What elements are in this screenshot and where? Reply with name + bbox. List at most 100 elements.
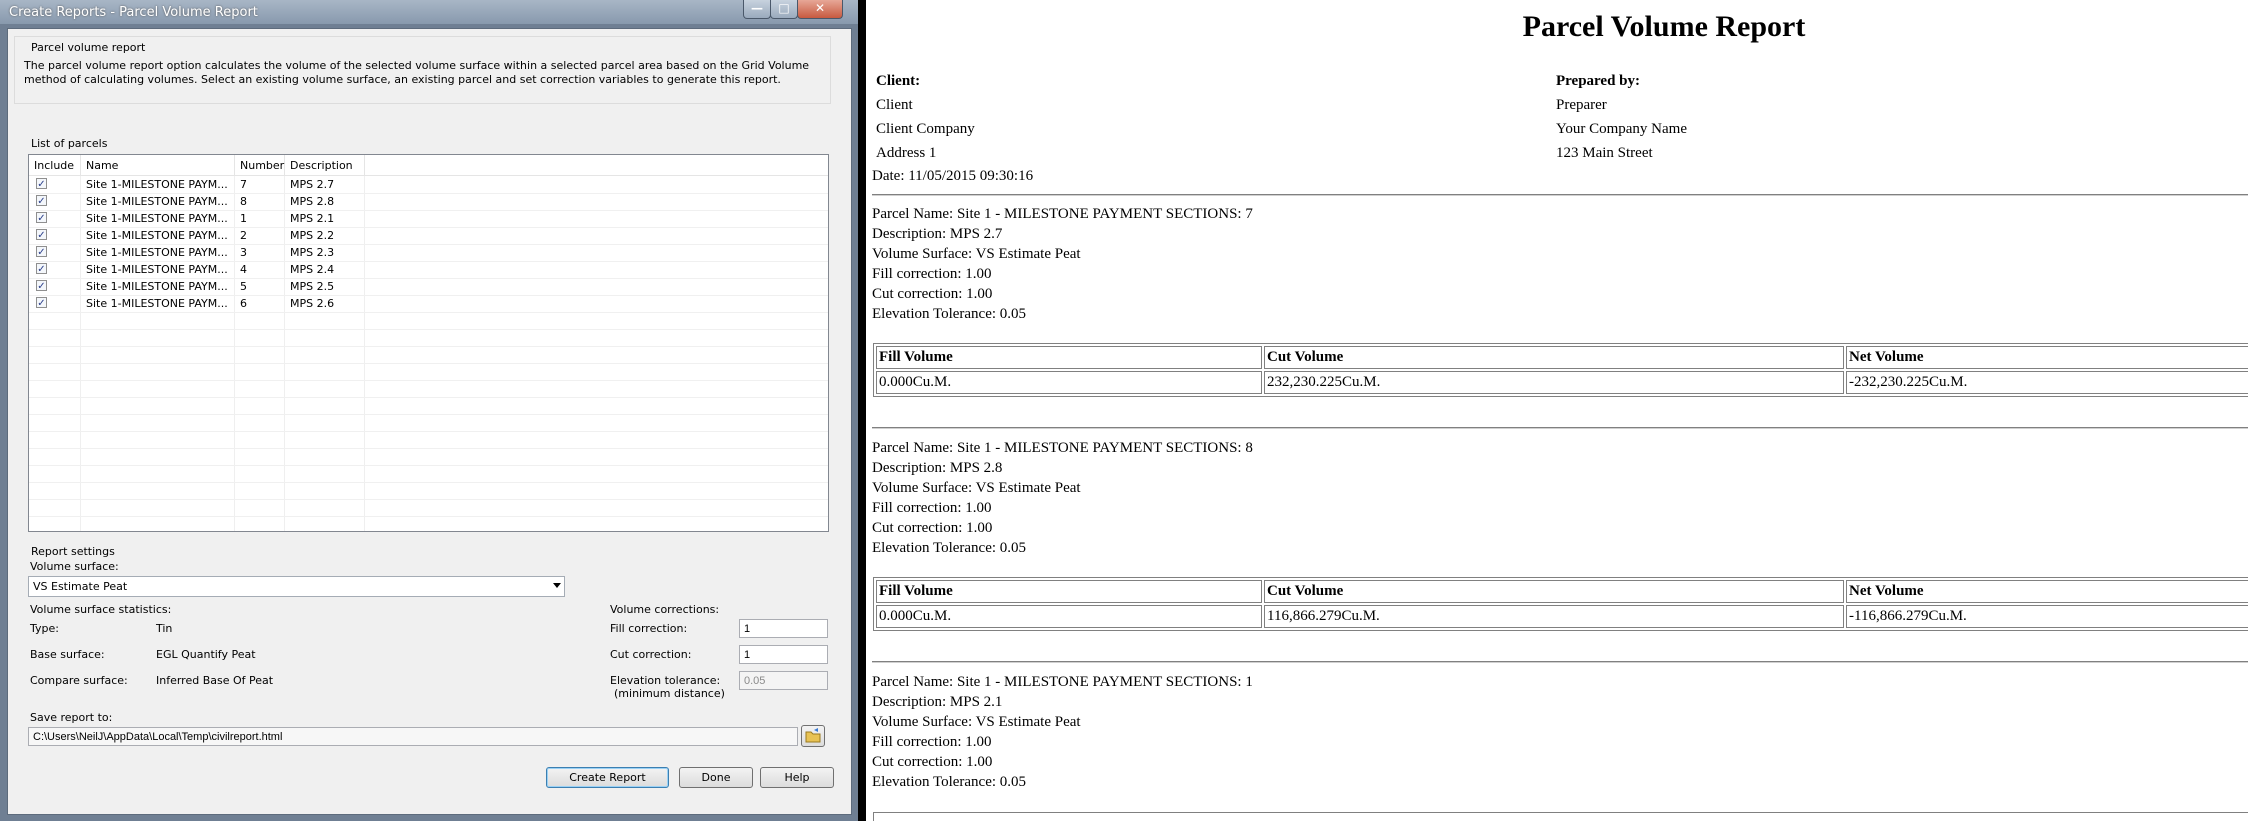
col-header-number[interactable]: Number — [235, 155, 285, 176]
type-value: Tin — [156, 622, 173, 635]
include-checkbox[interactable]: ✓ — [36, 280, 47, 292]
include-checkbox[interactable]: ✓ — [36, 212, 47, 224]
cut-correction-input[interactable] — [739, 645, 828, 664]
divider — [872, 661, 2248, 663]
parcel-fill-correction: Fill correction: 1.00 — [872, 266, 992, 282]
elevation-tolerance-input — [739, 671, 828, 690]
cut-volume-value: 116,866.279Cu.M. — [1264, 605, 1844, 628]
save-report-label: Save report to: — [30, 711, 113, 724]
table-row[interactable]: ✓ Site 1-MILESTONE PAYM... 3 MPS 2.3 — [29, 244, 828, 262]
prepared-line: Preparer — [1556, 97, 1607, 113]
table-row[interactable]: ✓ Site 1-MILESTONE PAYM... 1 MPS 2.1 — [29, 210, 828, 228]
volume-table: Fill Volume Cut Volume Net Volume 0.000C… — [873, 343, 2248, 397]
base-surface-value: EGL Quantify Peat — [156, 648, 256, 661]
cut-volume-value: 232,230.225Cu.M. — [1264, 371, 1844, 394]
dialog-titlebar[interactable]: Create Reports - Parcel Volume Report — … — [0, 0, 858, 24]
table-row — [29, 482, 828, 500]
parcel-cut-correction: Cut correction: 1.00 — [872, 754, 993, 770]
elevation-tolerance-sublabel: (minimum distance) — [614, 687, 725, 700]
parcel-name-cell: Site 1-MILESTONE PAYM... — [86, 229, 228, 242]
parcel-fill-correction: Fill correction: 1.00 — [872, 500, 992, 516]
report-title: Parcel Volume Report — [1522, 10, 1806, 43]
settings-group-label: Report settings — [29, 545, 117, 558]
header-cut-volume: Cut Volume — [1264, 580, 1844, 603]
report-date: Date: 11/05/2015 09:30:16 — [872, 168, 1034, 184]
compare-surface-value: Inferred Base Of Peat — [156, 674, 274, 687]
parcels-group-label: List of parcels — [29, 137, 110, 150]
parcel-elevation-tolerance: Elevation Tolerance: 0.05 — [872, 540, 1027, 556]
include-checkbox[interactable]: ✓ — [36, 229, 47, 241]
include-checkbox[interactable]: ✓ — [36, 297, 47, 309]
minimize-button[interactable]: — — [743, 0, 771, 19]
fill-volume-value: 0.000Cu.M. — [876, 371, 1262, 394]
table-row — [29, 329, 828, 347]
intro-description: The parcel volume report option calculat… — [24, 59, 810, 86]
browse-button[interactable] — [801, 725, 825, 747]
fill-correction-input[interactable] — [739, 619, 828, 638]
header-fill-volume: Fill Volume — [876, 346, 1262, 369]
table-row — [29, 312, 828, 330]
header-fill-volume: Fill Volume — [876, 580, 1262, 603]
parcel-name-cell: Site 1-MILESTONE PAYM... — [86, 280, 228, 293]
fill-correction-label: Fill correction: — [610, 622, 688, 635]
help-button[interactable]: Help — [760, 767, 834, 788]
save-path-input[interactable] — [28, 727, 798, 746]
parcel-description-cell: MPS 2.2 — [290, 229, 335, 242]
parcel-number-cell: 5 — [240, 280, 247, 293]
volume-table-partial — [873, 812, 2248, 821]
include-checkbox[interactable]: ✓ — [36, 246, 47, 258]
table-row — [29, 346, 828, 364]
table-row — [29, 431, 828, 449]
parcel-description-cell: MPS 2.6 — [290, 297, 335, 310]
parcel-name-cell: Site 1-MILESTONE PAYM... — [86, 212, 228, 225]
fill-volume-value: 0.000Cu.M. — [876, 605, 1262, 628]
net-volume-value: -232,230.225Cu.M. — [1846, 371, 2248, 394]
parcel-description-cell: MPS 2.8 — [290, 195, 335, 208]
create-report-button[interactable]: Create Report — [546, 767, 669, 788]
parcel-fill-correction: Fill correction: 1.00 — [872, 734, 992, 750]
elevation-tolerance-label: Elevation tolerance: — [610, 674, 721, 687]
volume-surface-select[interactable]: VS Estimate Peat — [28, 576, 565, 597]
include-checkbox[interactable]: ✓ — [36, 263, 47, 275]
table-row — [29, 380, 828, 398]
corrections-label: Volume corrections: — [610, 603, 720, 616]
table-row — [29, 448, 828, 466]
compare-surface-label: Compare surface: — [30, 674, 128, 687]
table-row[interactable]: ✓ Site 1-MILESTONE PAYM... 5 MPS 2.5 — [29, 278, 828, 296]
parcel-description-cell: MPS 2.1 — [290, 212, 335, 225]
table-row[interactable]: ✓ Site 1-MILESTONE PAYM... 7 MPS 2.7 — [29, 176, 828, 194]
done-button[interactable]: Done — [679, 767, 753, 788]
table-row[interactable]: ✓ Site 1-MILESTONE PAYM... 6 MPS 2.6 — [29, 295, 828, 313]
parcels-table[interactable]: Include Name Number Description ✓ Site 1-… — [28, 154, 829, 532]
divider — [872, 427, 2248, 429]
maximize-button[interactable]: □ — [770, 0, 798, 19]
create-reports-dialog: Create Reports - Parcel Volume Report — … — [0, 0, 858, 821]
header-net-volume: Net Volume — [1846, 580, 2248, 603]
chevron-down-icon[interactable] — [553, 583, 561, 588]
intro-group-label: Parcel volume report — [29, 41, 148, 54]
col-header-description[interactable]: Description — [285, 155, 365, 176]
col-header-include[interactable]: Include — [29, 155, 81, 176]
prepared-line: 123 Main Street — [1556, 145, 1653, 161]
table-row — [29, 499, 828, 517]
parcel-elevation-tolerance: Elevation Tolerance: 0.05 — [872, 774, 1027, 790]
header-net-volume: Net Volume — [1846, 346, 2248, 369]
table-row[interactable]: ✓ Site 1-MILESTONE PAYM... 2 MPS 2.2 — [29, 227, 828, 245]
parcel-surface: Volume Surface: VS Estimate Peat — [872, 714, 1081, 730]
parcel-description: Description: MPS 2.1 — [872, 694, 1003, 710]
include-checkbox[interactable]: ✓ — [36, 195, 47, 207]
volume-surface-value: VS Estimate Peat — [33, 580, 128, 593]
parcel-description-cell: MPS 2.4 — [290, 263, 335, 276]
table-row[interactable]: ✓ Site 1-MILESTONE PAYM... 8 MPS 2.8 — [29, 193, 828, 211]
table-row — [29, 363, 828, 381]
table-row[interactable]: ✓ Site 1-MILESTONE PAYM... 4 MPS 2.4 — [29, 261, 828, 279]
parcel-name-cell: Site 1-MILESTONE PAYM... — [86, 297, 228, 310]
close-button[interactable]: ✕ — [797, 0, 843, 19]
parcel-number-cell: 8 — [240, 195, 247, 208]
dialog-title: Create Reports - Parcel Volume Report — [9, 5, 258, 20]
parcel-elevation-tolerance: Elevation Tolerance: 0.05 — [872, 306, 1027, 322]
include-checkbox[interactable]: ✓ — [36, 178, 47, 190]
col-header-name[interactable]: Name — [81, 155, 235, 176]
table-row — [29, 465, 828, 483]
parcel-name-cell: Site 1-MILESTONE PAYM... — [86, 263, 228, 276]
